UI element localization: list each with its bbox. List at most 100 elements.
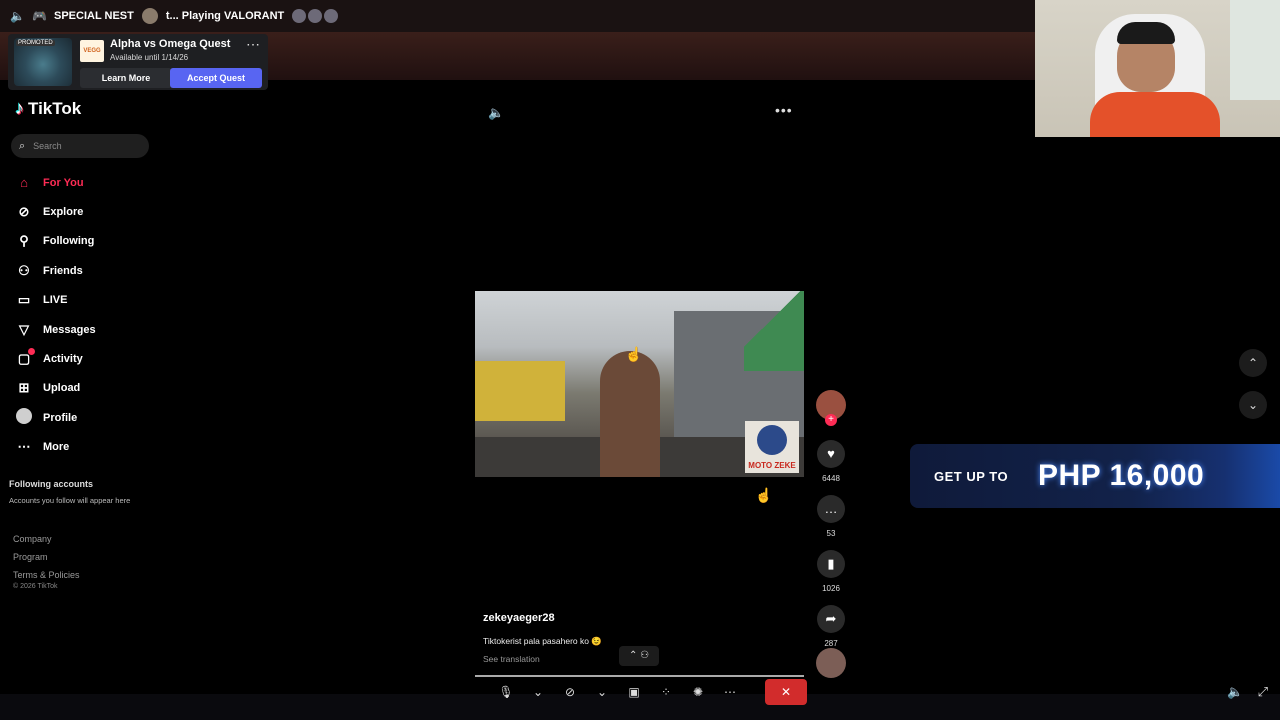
helmet-avatar: [757, 425, 787, 455]
comment-action[interactable]: … 53: [815, 495, 847, 538]
music-disc-avatar[interactable]: [816, 648, 846, 678]
learn-more-button[interactable]: Learn More: [80, 68, 172, 88]
user-follow-icon: ⚲: [19, 233, 29, 249]
search-icon: ⌕: [19, 139, 26, 152]
activity-status: t... Playing VALORANT: [165, 10, 285, 22]
webcam-shirt: [1090, 92, 1220, 137]
chevron-down-icon[interactable]: ⌄: [591, 685, 613, 699]
sidebar-item-activity[interactable]: ▢ Activity: [15, 344, 96, 373]
sidebar-item-label: For You: [43, 176, 84, 189]
footer-link-program[interactable]: Program: [13, 548, 80, 566]
popout-controls[interactable]: ⌃ ⚇: [619, 646, 659, 666]
following-accounts-empty: Accounts you follow will appear here: [9, 496, 131, 505]
video-username[interactable]: zekeyaeger28: [483, 612, 555, 624]
follow-plus-icon[interactable]: +: [825, 414, 837, 426]
activities-icon[interactable]: ⁘: [655, 685, 677, 699]
share-action[interactable]: ➦ 287: [815, 605, 847, 648]
camera-off-icon[interactable]: ⊘: [559, 685, 581, 699]
sidebar-item-label: Messages: [43, 323, 96, 336]
promo-menu-icon[interactable]: ⋯: [246, 36, 260, 53]
promo-thumbnail: PROMOTED: [14, 38, 72, 86]
footer-link-terms[interactable]: Terms & Policies: [13, 566, 80, 584]
comment-count: 53: [826, 529, 836, 538]
creator-avatar[interactable]: +: [816, 390, 846, 426]
speaker-icon[interactable]: 🔈: [10, 9, 25, 23]
promoted-label: PROMOTED: [16, 40, 55, 46]
promo-subtitle: Available until 1/14/26: [110, 53, 189, 62]
tiktok-wordmark: TikTok: [28, 98, 82, 118]
end-call-button[interactable]: ✕: [765, 679, 807, 705]
microphone-icon[interactable]: 🎙: [495, 685, 517, 699]
ad-amount: PHP 16,000: [1038, 459, 1205, 492]
webcam-background-window: [1230, 0, 1280, 100]
ad-banner[interactable]: GET UP TO PHP 16,000: [910, 444, 1280, 508]
sidebar-nav: ⌂ For You ⊘ Explore ⚲ Following ⚇ Friend…: [15, 168, 96, 462]
tiktok-logo[interactable]: ♪ TikTok: [15, 98, 81, 119]
video-frame-awning: [744, 291, 804, 371]
sidebar-item-messages[interactable]: ▽ Messages: [15, 315, 96, 344]
chevron-down-icon[interactable]: ⌄: [527, 685, 549, 699]
hand-cursor-icon: ☝: [625, 346, 643, 362]
save-action[interactable]: ▮ 1026: [815, 550, 847, 593]
share-icon[interactable]: ➦: [817, 605, 845, 633]
activity-icon: ▢: [15, 348, 35, 367]
bookmark-icon[interactable]: ▮: [817, 550, 845, 578]
webcam-hair: [1117, 22, 1175, 44]
video-caption: Tiktokerist pala pasahero ko 😉: [483, 636, 602, 646]
sidebar-item-label: Friends: [43, 264, 83, 277]
profile-avatar: [15, 408, 33, 427]
promo-title: Alpha vs Omega Quest: [110, 38, 231, 50]
call-controls: 🎙 ⌄ ⊘ ⌄ ▣ ⁘ ✺ ⋯ ✕: [495, 679, 807, 705]
compass-icon: ⊘: [18, 204, 30, 220]
hand-cursor-icon: ☝: [755, 487, 773, 503]
video-frame-building: [475, 361, 565, 421]
sidebar-item-following[interactable]: ⚲ Following: [15, 227, 96, 256]
sidebar-item-label: Explore: [43, 206, 84, 219]
participant-avatars[interactable]: [292, 9, 339, 23]
heart-icon[interactable]: ♥: [817, 440, 845, 468]
sidebar-item-profile[interactable]: Profile: [15, 403, 96, 432]
footer-links: Company Program Terms & Policies: [13, 530, 80, 584]
action-column: + ♥ 6448 … 53 ▮ 1026 ➦ 287: [815, 390, 847, 648]
video-player[interactable]: MOTO ZEKE: [475, 291, 804, 477]
accept-quest-button[interactable]: Accept Quest: [170, 68, 262, 88]
sidebar-item-explore[interactable]: ⊘ Explore: [15, 197, 96, 226]
comment-icon[interactable]: …: [817, 495, 845, 523]
sidebar-item-more[interactable]: ⋯ More: [15, 433, 96, 462]
sidebar-item-label: More: [43, 441, 70, 454]
footer-link-company[interactable]: Company: [13, 530, 80, 548]
discord-overlay-bar: 🔈 🎮 SPECIAL NEST t... Playing VALORANT: [0, 0, 1035, 32]
friends-icon: ⚇: [18, 262, 30, 278]
soundboard-icon[interactable]: ✺: [687, 685, 709, 699]
search-input[interactable]: ⌕ Search: [11, 134, 149, 158]
upload-icon: ⊞: [18, 380, 30, 396]
volume-icon[interactable]: 🔈: [488, 105, 504, 121]
like-action[interactable]: ♥ 6448: [815, 440, 847, 483]
screen-share-icon[interactable]: ▣: [623, 685, 645, 699]
sidebar-item-for-you[interactable]: ⌂ For You: [15, 168, 96, 197]
share-count: 287: [824, 639, 838, 648]
save-count: 1026: [822, 584, 840, 593]
next-video-button[interactable]: ⌄: [1239, 391, 1267, 419]
sidebar-item-label: LIVE: [43, 294, 68, 307]
volume-icon[interactable]: 🔈: [1227, 684, 1243, 700]
sidebar-item-label: Following: [43, 235, 95, 248]
sidebar-item-upload[interactable]: ⊞ Upload: [15, 374, 96, 403]
gamepad-icon: 🎮: [32, 9, 47, 23]
ad-prefix: GET UP TO: [934, 469, 1009, 484]
user-avatar[interactable]: [141, 8, 158, 24]
fullscreen-icon[interactable]: ⤢: [1258, 684, 1268, 700]
video-progress-bar[interactable]: [475, 675, 804, 677]
webcam-feed: [1035, 0, 1280, 137]
previous-video-button[interactable]: ⌃: [1239, 349, 1267, 377]
video-more-icon[interactable]: •••: [775, 102, 793, 118]
more-options-icon[interactable]: ⋯: [719, 685, 741, 699]
moto-zeke-label: MOTO ZEKE: [748, 461, 796, 470]
see-translation-link[interactable]: See translation: [483, 654, 540, 664]
server-name: SPECIAL NEST: [54, 10, 134, 22]
live-icon: ▭: [17, 292, 31, 308]
sidebar-item-friends[interactable]: ⚇ Friends: [15, 256, 96, 285]
search-placeholder: Search: [33, 141, 62, 151]
following-accounts-heading: Following accounts: [9, 479, 94, 489]
sidebar-item-live[interactable]: ▭ LIVE: [15, 286, 96, 315]
